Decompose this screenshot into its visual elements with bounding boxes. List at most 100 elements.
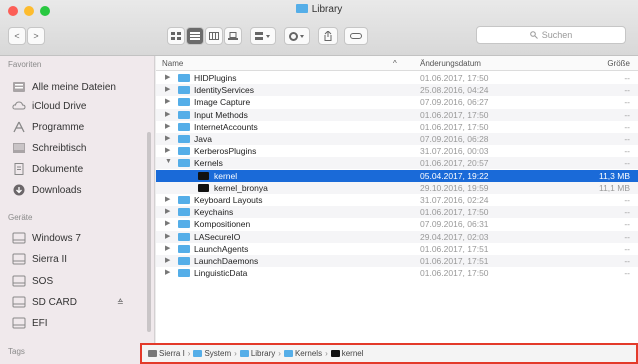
disclosure-closed-icon[interactable]: ▶ — [165, 244, 170, 252]
disclosure-closed-icon[interactable]: ▶ — [165, 207, 170, 215]
path-bar: Sierra I › System › Library › Kernels › kernel — [140, 343, 638, 364]
disclosure-closed-icon[interactable]: ▶ — [165, 85, 170, 93]
sort-chevron-icon: ^ — [393, 59, 397, 68]
sidebar-item-desktop[interactable]: Schreibtisch — [12, 139, 147, 157]
tag-icon — [350, 33, 362, 39]
tags-button[interactable] — [344, 27, 368, 45]
eject-icon[interactable]: ≙ — [117, 298, 124, 307]
row-size: -- — [624, 207, 630, 218]
chevron-right-icon: › — [325, 349, 328, 358]
disclosure-closed-icon[interactable]: ▶ — [165, 268, 170, 276]
table-row[interactable]: ▶ LaunchDaemons 01.06.2017, 17:51 -- — [156, 255, 638, 267]
executable-icon — [198, 171, 209, 180]
row-date: 07.09.2016, 06:27 — [420, 97, 489, 108]
table-row[interactable]: ▶ KerberosPlugins 31.07.2016, 00:03 -- — [156, 145, 638, 157]
row-name: Kernels — [194, 158, 223, 169]
table-row[interactable]: ▶ InternetAccounts 01.06.2017, 17:50 -- — [156, 121, 638, 133]
sidebar-item-label: Alle meine Dateien — [32, 81, 116, 93]
row-size: -- — [624, 268, 630, 279]
table-row[interactable]: kernel_bronya 29.10.2016, 19:59 11,1 MB — [156, 181, 638, 194]
sidebar-item-documents[interactable]: Dokumente — [12, 160, 147, 178]
column-date[interactable]: Änderungsdatum — [420, 59, 481, 68]
path-item[interactable]: Library — [239, 349, 275, 358]
path-item-label: Sierra I — [159, 349, 185, 358]
disclosure-closed-icon[interactable]: ▶ — [165, 73, 170, 81]
folder-icon — [178, 74, 190, 82]
arrange-button[interactable] — [250, 27, 276, 45]
disk-icon — [12, 296, 26, 308]
icon-view-button[interactable] — [167, 27, 185, 45]
folder-icon — [178, 269, 190, 278]
table-row[interactable]: ▶ IdentityServices 25.08.2016, 04:24 -- — [156, 84, 638, 97]
table-row[interactable]: ▶ Keychains 01.06.2017, 17:50 -- — [156, 206, 638, 219]
table-row[interactable]: ▶ LASecureIO 29.04.2017, 02:03 -- — [156, 230, 638, 243]
row-date: 01.06.2017, 17:50 — [420, 207, 489, 218]
path-item[interactable]: kernel — [330, 349, 364, 358]
table-row[interactable]: ▶ HIDPlugins 01.06.2017, 17:50 -- — [156, 72, 638, 84]
disclosure-closed-icon[interactable]: ▶ — [165, 110, 170, 118]
column-header: Name ^ Änderungsdatum Größe — [156, 56, 638, 71]
disclosure-closed-icon[interactable]: ▶ — [165, 134, 170, 142]
folder-icon — [178, 196, 190, 204]
back-button[interactable]: < — [8, 27, 26, 45]
table-row[interactable]: ▼ Kernels 01.06.2017, 20:57 -- — [156, 157, 638, 170]
disclosure-closed-icon[interactable]: ▶ — [165, 122, 170, 130]
path-item-label: kernel — [341, 349, 364, 358]
sidebar-item-label: Sierra II — [32, 253, 68, 265]
devices-header: Geräte — [8, 213, 33, 222]
table-row[interactable]: ▶ Input Methods 01.06.2017, 17:50 -- — [156, 108, 638, 121]
path-item[interactable]: System — [193, 349, 231, 358]
sidebar-item-all-files[interactable]: Alle meine Dateien — [12, 78, 147, 96]
gallery-view-button[interactable] — [224, 27, 242, 45]
sidebar-item-sd-card[interactable]: SD CARD — [12, 293, 147, 311]
disk-icon — [12, 317, 26, 329]
column-name[interactable]: Name — [162, 59, 183, 68]
row-size: 11,1 MB — [598, 182, 630, 193]
sidebar-item-efi[interactable]: EFI — [12, 314, 147, 332]
row-date: 05.04.2017, 19:22 — [420, 170, 489, 181]
share-button[interactable] — [318, 27, 338, 45]
sidebar-item-icloud-drive[interactable]: iCloud Drive — [12, 97, 147, 115]
row-name: LaunchDaemons — [194, 256, 259, 266]
search-field[interactable]: Suchen — [476, 26, 626, 44]
downloads-icon — [13, 184, 25, 196]
table-row[interactable]: ▶ LaunchAgents 01.06.2017, 17:51 -- — [156, 243, 638, 255]
sidebar-item-sierra-ii[interactable]: Sierra II — [12, 250, 147, 268]
path-item[interactable]: Sierra I — [148, 349, 185, 358]
table-row[interactable]: ▶ Keyboard Layouts 31.07.2016, 02:24 -- — [156, 194, 638, 206]
table-row[interactable]: ▶ Kompositionen 07.09.2016, 06:31 -- — [156, 218, 638, 230]
table-row[interactable]: kernel 05.04.2017, 19:22 11,3 MB — [156, 169, 638, 182]
cloud-icon — [12, 101, 26, 110]
disclosure-closed-icon[interactable]: ▶ — [165, 146, 170, 154]
sidebar-item-label: Downloads — [32, 184, 82, 196]
disclosure-closed-icon[interactable]: ▶ — [165, 219, 170, 227]
disclosure-closed-icon[interactable]: ▶ — [165, 195, 170, 203]
table-row[interactable]: ▶ Java 07.09.2016, 06:28 -- — [156, 133, 638, 145]
disclosure-closed-icon[interactable]: ▶ — [165, 97, 170, 105]
sidebar-item-windows-7[interactable]: Windows 7 — [12, 229, 147, 247]
column-size[interactable]: Größe — [607, 59, 630, 68]
path-item-label: Kernels — [294, 349, 323, 358]
sidebar-item-sos[interactable]: SOS — [12, 272, 147, 290]
disclosure-open-icon[interactable]: ▼ — [165, 158, 172, 165]
table-row[interactable]: ▶ LinguisticData 01.06.2017, 17:50 -- — [156, 267, 638, 279]
column-view-button[interactable] — [205, 27, 223, 45]
path-item-label: System — [204, 349, 232, 358]
sidebar-item-downloads[interactable]: Downloads — [12, 181, 147, 199]
action-button[interactable] — [284, 27, 310, 45]
disclosure-closed-icon[interactable]: ▶ — [165, 232, 170, 240]
row-size: -- — [624, 231, 630, 242]
sidebar-scrollbar[interactable] — [147, 132, 151, 332]
row-name: LaunchAgents — [194, 243, 249, 254]
sidebar-item-applications[interactable]: Programme — [12, 118, 147, 136]
table-row[interactable]: ▶ Image Capture 07.09.2016, 06:27 -- — [156, 96, 638, 108]
forward-button[interactable]: > — [27, 27, 45, 45]
list-view-button[interactable] — [186, 27, 204, 45]
folder-icon — [178, 135, 190, 143]
disclosure-closed-icon[interactable]: ▶ — [165, 256, 170, 264]
row-size: -- — [624, 97, 630, 108]
row-date: 01.06.2017, 17:51 — [420, 256, 489, 266]
row-size: -- — [624, 121, 630, 132]
row-date: 01.06.2017, 17:50 — [420, 73, 489, 83]
path-item[interactable]: Kernels — [283, 349, 323, 358]
